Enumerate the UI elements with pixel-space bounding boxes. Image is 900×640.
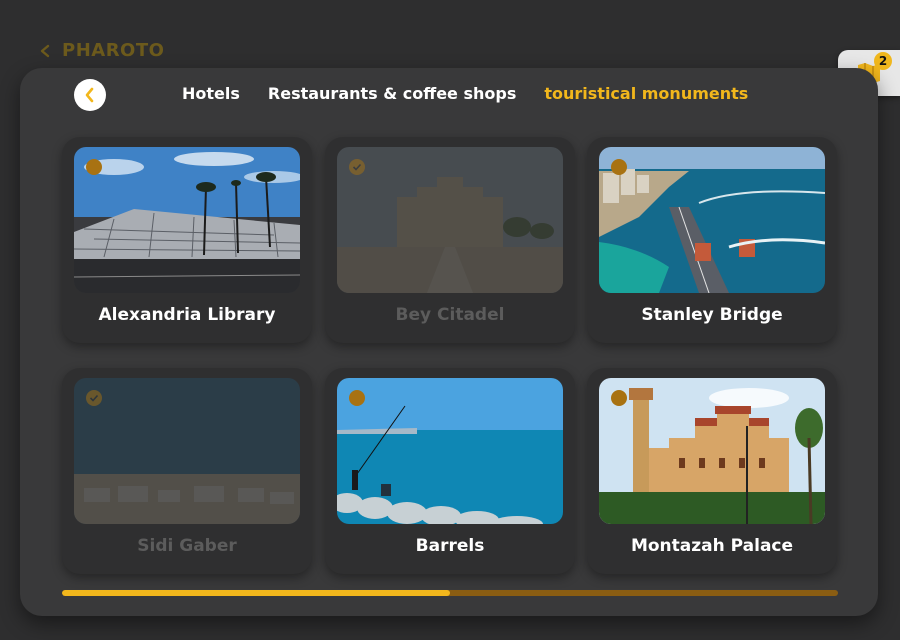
citadel-photo <box>337 147 563 293</box>
card-stanley-bridge[interactable]: Stanley Bridge <box>587 137 837 343</box>
unvisited-dot <box>349 390 365 406</box>
visited-check-icon <box>349 159 365 175</box>
card-alexandria-library[interactable]: Alexandria Library <box>62 137 312 343</box>
progress-fill <box>62 590 450 596</box>
montazah-palace-photo <box>599 378 825 524</box>
chevron-left-icon <box>40 44 50 57</box>
stanley-bridge-photo <box>599 147 825 293</box>
brand-name: PHAROTO <box>62 40 165 61</box>
card-title: Sidi Gaber <box>137 536 237 556</box>
card-title: Stanley Bridge <box>641 305 783 325</box>
card-barrels[interactable]: Barrels <box>325 368 575 574</box>
card-title: Bey Citadel <box>395 305 505 325</box>
monuments-panel: Hotels Restaurants & coffee shops touris… <box>20 68 878 616</box>
progress-bar <box>62 590 838 596</box>
barrels-photo <box>337 378 563 524</box>
category-tabs: Hotels Restaurants & coffee shops touris… <box>182 84 748 103</box>
chevron-left-icon <box>85 87 94 103</box>
tab-monuments[interactable]: touristical monuments <box>544 84 748 103</box>
card-title: Montazah Palace <box>630 536 794 556</box>
tab-hotels[interactable]: Hotels <box>182 84 240 103</box>
visited-check-icon <box>86 390 102 406</box>
unvisited-dot <box>86 159 102 175</box>
sidi-gaber-photo <box>74 378 300 524</box>
map-badge: 2 <box>874 52 892 70</box>
unvisited-dot <box>611 159 627 175</box>
card-title: Barrels <box>415 536 485 556</box>
alexandria-library-photo <box>74 147 300 293</box>
card-bey-citadel[interactable]: Bey Citadel <box>325 137 575 343</box>
back-button[interactable] <box>74 79 106 111</box>
unvisited-dot <box>611 390 627 406</box>
card-sidi-gaber[interactable]: Sidi Gaber <box>62 368 312 574</box>
app-brand[interactable]: PHAROTO <box>38 40 164 61</box>
tab-restaurants[interactable]: Restaurants & coffee shops <box>268 84 516 103</box>
card-title: Alexandria Library <box>98 305 276 325</box>
card-montazah-palace[interactable]: Montazah Palace <box>587 368 837 574</box>
